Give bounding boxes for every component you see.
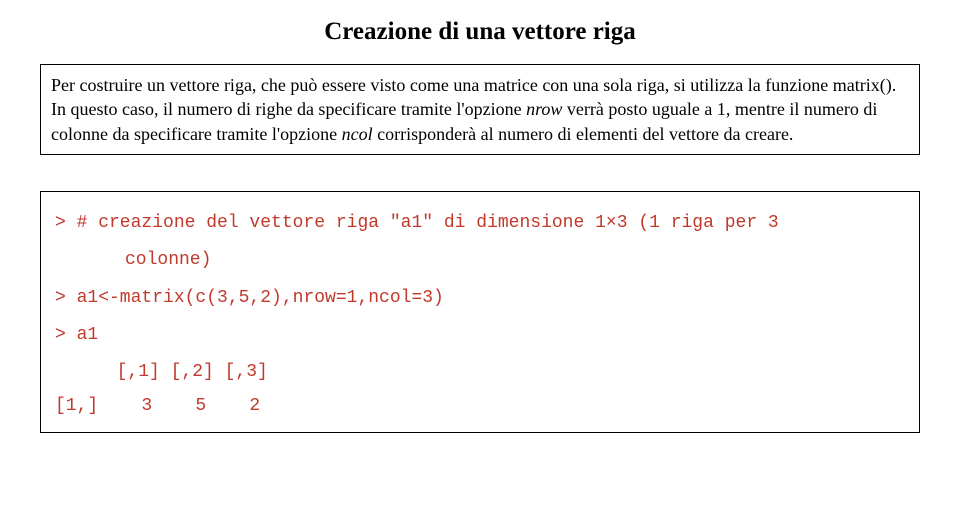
ncol-italic: ncol (342, 124, 373, 144)
code-box: > # creazione del vettore riga "a1" di d… (40, 191, 920, 433)
page-title: Creazione di una vettore riga (40, 18, 920, 46)
code-comment-1: > # creazione del vettore riga "a1" di d… (55, 212, 905, 235)
code-comment-2: colonne) (55, 249, 905, 272)
code-output-header: [,1] [,2] [,3] (55, 361, 905, 384)
code-line-2: > a1 (55, 324, 905, 347)
code-line-1: > a1<-matrix(c(3,5,2),nrow=1,ncol=3) (55, 287, 905, 310)
description-text-2c: corrisponderà al numero di elementi del … (373, 124, 794, 144)
code-output-row: [1,] 3 5 2 (55, 395, 905, 418)
nrow-italic: nrow (526, 99, 562, 119)
description-text-2a: In questo caso, il numero di righe da sp… (51, 99, 526, 119)
description-box: Per costruire un vettore riga, che può e… (40, 64, 920, 155)
description-text-1: Per costruire un vettore riga, che può e… (51, 75, 896, 95)
